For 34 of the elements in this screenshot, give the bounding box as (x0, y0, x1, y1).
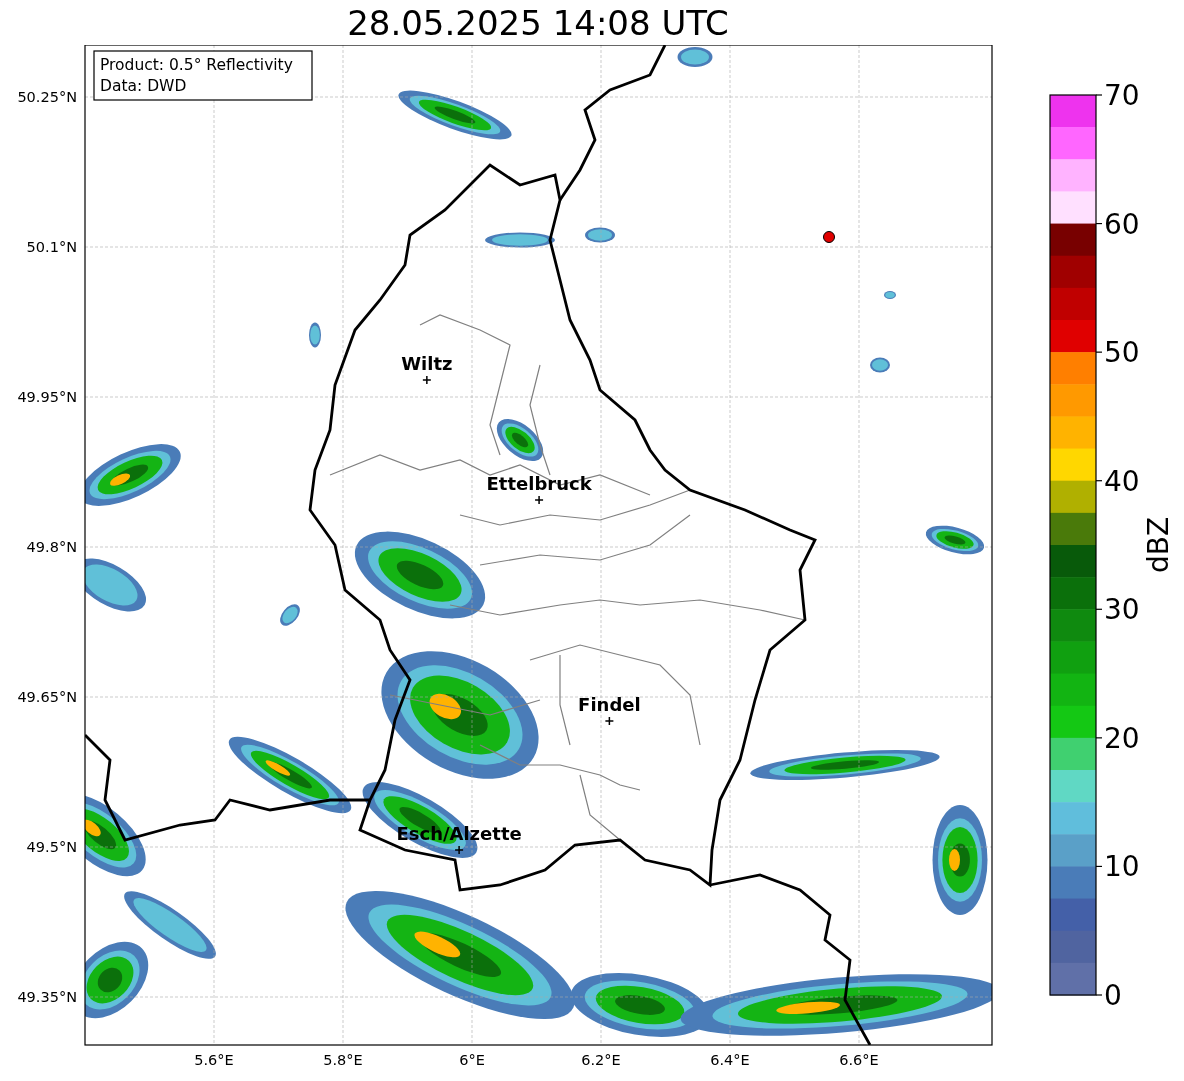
scale-tick-label: 40 (1104, 464, 1140, 498)
scale-tick-label: 70 (1104, 79, 1140, 112)
city-marker-icon (534, 495, 544, 505)
longitude-label: 6°E (459, 1052, 485, 1068)
info-text: Product: 0.5° Reflectivity (100, 56, 293, 74)
city-label: Findel (578, 694, 641, 715)
longitude-label: 6.6°E (839, 1052, 879, 1068)
latitude-label: 50.25°N (17, 89, 77, 105)
location-dot (823, 231, 835, 243)
city-label: Ettelbruck (486, 473, 592, 494)
longitude-label: 6.2°E (581, 1052, 621, 1068)
city-marker-icon (422, 375, 432, 385)
scale-tick-label: 60 (1104, 207, 1140, 241)
longitude-label: 5.6°E (194, 1052, 234, 1068)
city-label: Esch/Alzette (396, 823, 522, 844)
chart-title: 28.05.2025 14:08 UTC (347, 2, 729, 43)
latitude-label: 49.8°N (26, 539, 77, 555)
latitude-label: 49.65°N (17, 689, 77, 705)
longitude-label: 6.4°E (710, 1052, 750, 1068)
scale-unit-label: dBZ (1142, 516, 1175, 574)
scale-tick-label: 30 (1104, 593, 1140, 627)
scale-tick-label: 50 (1104, 336, 1140, 370)
longitude-label: 5.8°E (323, 1052, 363, 1068)
latitude-label: 50.1°N (26, 239, 77, 255)
info-text: Data: DWD (100, 77, 187, 95)
scale-tick-label: 0 (1104, 979, 1122, 1012)
scale-tick-label: 20 (1104, 721, 1140, 755)
city-marker-icon (454, 845, 464, 855)
city-marker-icon (604, 716, 615, 726)
latitude-label: 49.35°N (17, 989, 77, 1005)
scale-tick-label: 10 (1104, 850, 1140, 884)
latitude-label: 49.95°N (17, 389, 77, 405)
city-label: Wiltz (401, 353, 453, 374)
latitude-label: 49.5°N (26, 839, 77, 855)
